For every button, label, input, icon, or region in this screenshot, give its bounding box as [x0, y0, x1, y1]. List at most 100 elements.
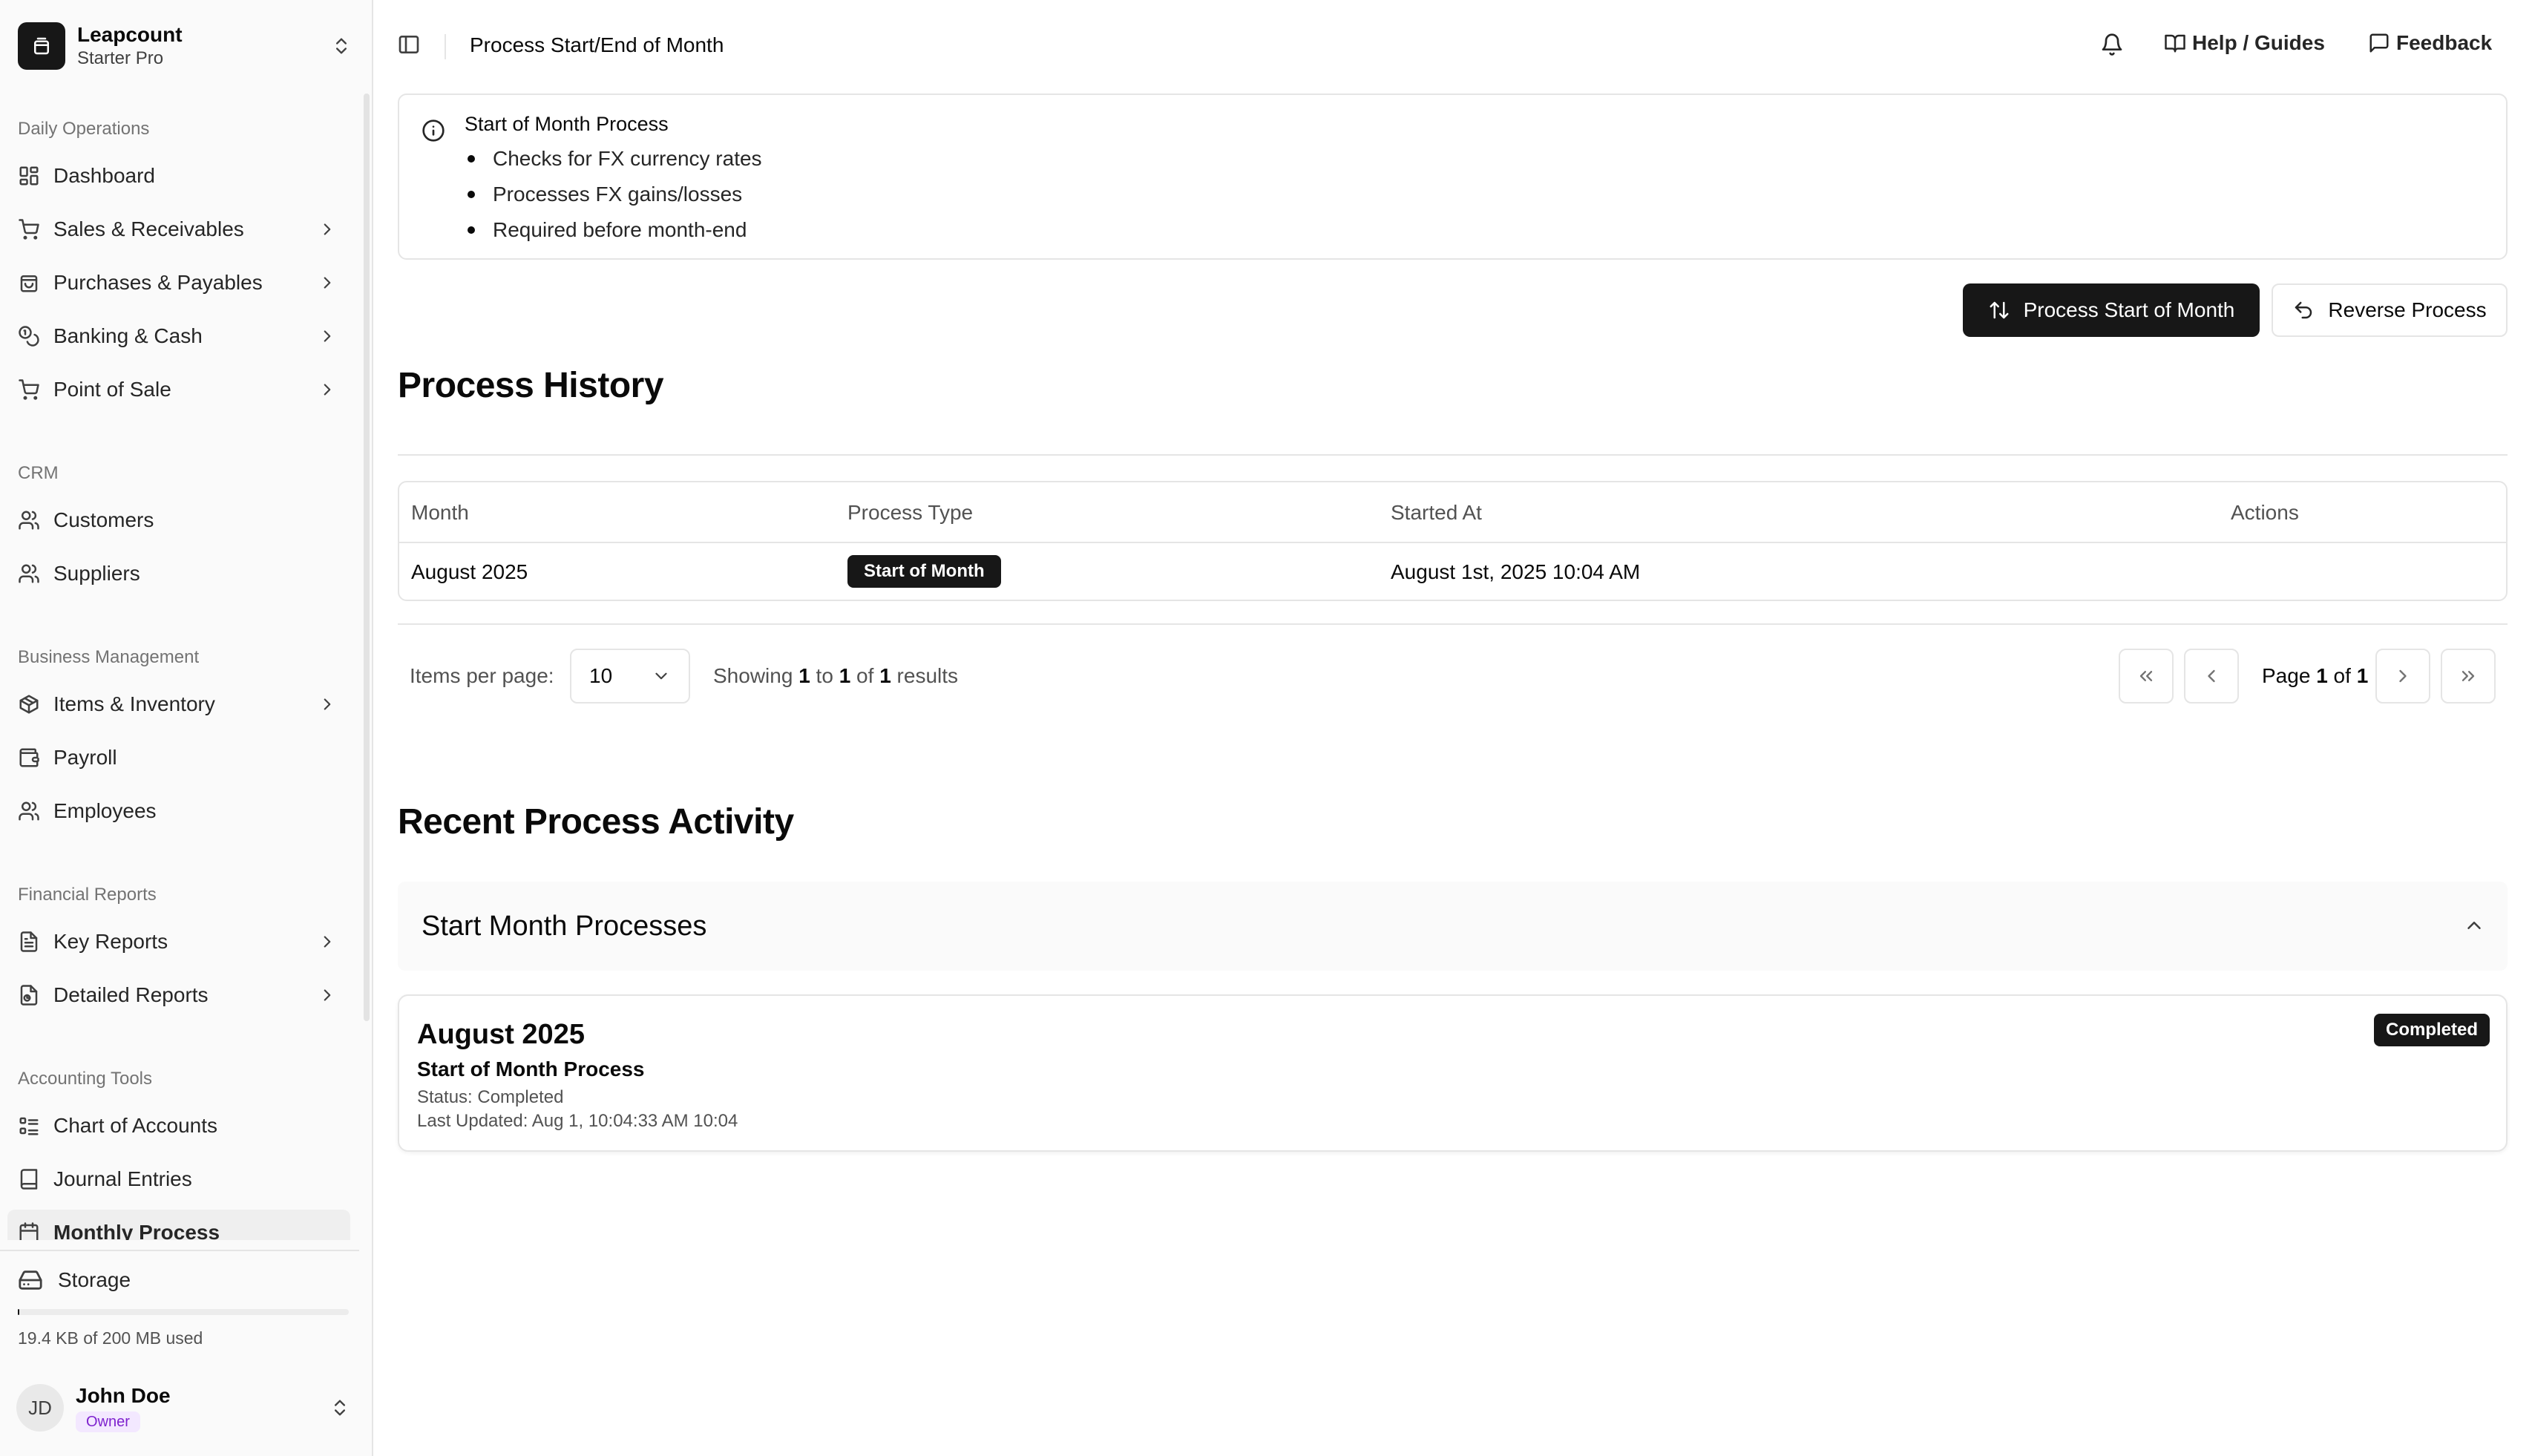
storage-label: Storage	[58, 1268, 131, 1291]
cell-month: August 2025	[411, 560, 528, 583]
sidebar-toggle-icon[interactable]	[397, 33, 421, 56]
chevrons-left-icon	[2136, 666, 2157, 686]
feedback-label: Feedback	[2396, 31, 2493, 54]
activity-period: August 2025	[417, 1019, 585, 1050]
hard-drive-icon	[18, 1268, 43, 1293]
nav-item-customers[interactable]: Customers	[7, 497, 350, 543]
nav-item-detailed-reports[interactable]: Detailed Reports	[7, 972, 350, 1018]
message-square-icon	[2368, 32, 2396, 54]
column-header-actions: Actions	[2231, 501, 2299, 524]
last-page-button[interactable]	[2441, 649, 2496, 704]
top-bar: Process Start/End of Month Help / Guides…	[375, 0, 2532, 92]
nav-item-label: Monthly Process	[53, 1221, 220, 1240]
feedback-link[interactable]: Feedback	[2368, 31, 2492, 55]
nav-item-items-inventory[interactable]: Items & Inventory	[7, 681, 350, 727]
coins-icon	[18, 325, 40, 347]
user-menu[interactable]: JD John Doe Owner	[16, 1377, 350, 1438]
shopping-bag-icon	[18, 272, 40, 294]
previous-page-button[interactable]	[2184, 649, 2239, 704]
nav-item-key-reports[interactable]: Key Reports	[7, 919, 350, 965]
start-month-processes-accordion[interactable]: Start Month Processes	[398, 882, 2508, 971]
nav-group-financial-reports: Financial Reports	[18, 885, 157, 905]
avatar: JD	[16, 1384, 64, 1432]
storage-link[interactable]: Storage	[18, 1268, 131, 1293]
chevron-right-icon	[318, 380, 350, 399]
items-per-page-label: Items per page:	[410, 664, 554, 687]
app-plan: Starter Pro	[77, 48, 164, 68]
info-list: Checks for FX currency rates Processes F…	[465, 141, 762, 248]
nav-group-crm: CRM	[18, 463, 59, 483]
nav-item-banking-cash[interactable]: Banking & Cash	[7, 313, 350, 359]
user-role-badge: Owner	[76, 1411, 140, 1432]
nav-item-label: Employees	[53, 799, 157, 822]
first-page-button[interactable]	[2119, 649, 2174, 704]
divider	[399, 542, 2506, 543]
user-name: John Doe	[76, 1384, 171, 1407]
arrow-up-down-icon	[1988, 299, 2024, 321]
results-summary: Showing 1 to 1 of 1 results	[713, 664, 959, 687]
chevron-right-icon	[318, 986, 350, 1005]
reverse-process-label: Reverse Process	[2328, 298, 2487, 321]
nav-item-sales-receivables[interactable]: Sales & Receivables	[7, 206, 350, 252]
process-start-of-month-button[interactable]: Process Start of Month	[1963, 283, 2260, 337]
activity-name: Start of Month Process	[417, 1057, 645, 1080]
divider	[445, 34, 446, 59]
nav-item-employees[interactable]: Employees	[7, 788, 350, 834]
storage-progress-fill	[18, 1309, 20, 1315]
nav-item-label: Journal Entries	[53, 1167, 192, 1190]
items-per-page-select[interactable]: 10	[570, 649, 690, 704]
nav-group-accounting-tools: Accounting Tools	[18, 1069, 153, 1089]
nav-item-payroll[interactable]: Payroll	[7, 735, 350, 781]
next-page-button[interactable]	[2375, 649, 2430, 704]
undo-icon	[2292, 299, 2328, 321]
process-history-table: Month Process Type Started At Actions Au…	[398, 481, 2508, 601]
storage-panel: Storage 19.4 KB of 200 MB used	[0, 1250, 359, 1354]
info-list-item: Processes FX gains/losses	[465, 177, 762, 212]
cart-icon	[18, 218, 40, 240]
nav-group-daily-operations: Daily Operations	[18, 119, 150, 139]
help-guides-label: Help / Guides	[2192, 31, 2325, 54]
users-icon	[18, 563, 40, 585]
nav-item-label: Sales & Receivables	[53, 217, 244, 240]
help-guides-link[interactable]: Help / Guides	[2164, 31, 2325, 55]
nav-item-point-of-sale[interactable]: Point of Sale	[7, 367, 350, 413]
app-logo-icon	[18, 22, 65, 70]
nav-item-chart-of-accounts[interactable]: Chart of Accounts	[7, 1103, 350, 1149]
accordion-title: Start Month Processes	[422, 911, 707, 942]
nav-item-label: Dashboard	[53, 164, 155, 187]
users-icon	[18, 509, 40, 531]
nav-item-label: Chart of Accounts	[53, 1114, 218, 1137]
nav-item-label: Payroll	[53, 746, 117, 769]
activity-last-updated: Last Updated: Aug 1, 10:04:33 AM 10:04	[417, 1111, 738, 1131]
cell-started-at: August 1st, 2025 10:04 AM	[1391, 560, 1641, 583]
nav-group-business-management: Business Management	[18, 647, 200, 667]
reverse-process-button[interactable]: Reverse Process	[2272, 283, 2508, 337]
bell-icon[interactable]	[2100, 33, 2124, 56]
process-start-of-month-label: Process Start of Month	[2023, 298, 2235, 321]
chevrons-up-down-icon	[331, 36, 352, 56]
column-header-started-at[interactable]: Started At	[1391, 500, 1482, 525]
nav-item-label: Purchases & Payables	[53, 271, 263, 294]
workspace-switcher[interactable]: Leapcount Starter Pro	[18, 21, 352, 71]
file-chart-icon	[18, 984, 40, 1006]
cart-icon	[18, 378, 40, 401]
info-alert: Start of Month Process Checks for FX cur…	[398, 94, 2508, 260]
sidebar-scrollbar[interactable]	[364, 94, 370, 1021]
process-type-badge: Start of Month	[847, 555, 1001, 588]
book-open-icon	[2164, 32, 2192, 54]
info-list-item: Required before month-end	[465, 212, 762, 248]
nav-item-label: Key Reports	[53, 930, 168, 953]
storage-used-text: 19.4 KB of 200 MB used	[18, 1328, 203, 1348]
column-header-process-type[interactable]: Process Type	[847, 500, 973, 525]
nav-item-dashboard[interactable]: Dashboard	[7, 153, 350, 199]
nav-item-journal-entries[interactable]: Journal Entries	[7, 1156, 350, 1202]
nav-item-monthly-process[interactable]: Monthly Process	[7, 1210, 350, 1240]
column-header-month[interactable]: Month	[411, 500, 469, 525]
nav-item-purchases-payables[interactable]: Purchases & Payables	[7, 260, 350, 306]
nav-item-suppliers[interactable]: Suppliers	[7, 551, 350, 597]
chevron-right-icon	[318, 695, 350, 714]
chevrons-right-icon	[2458, 666, 2479, 686]
divider	[398, 454, 2508, 456]
calendar-icon	[18, 1221, 40, 1240]
items-per-page-value: 10	[589, 664, 613, 687]
